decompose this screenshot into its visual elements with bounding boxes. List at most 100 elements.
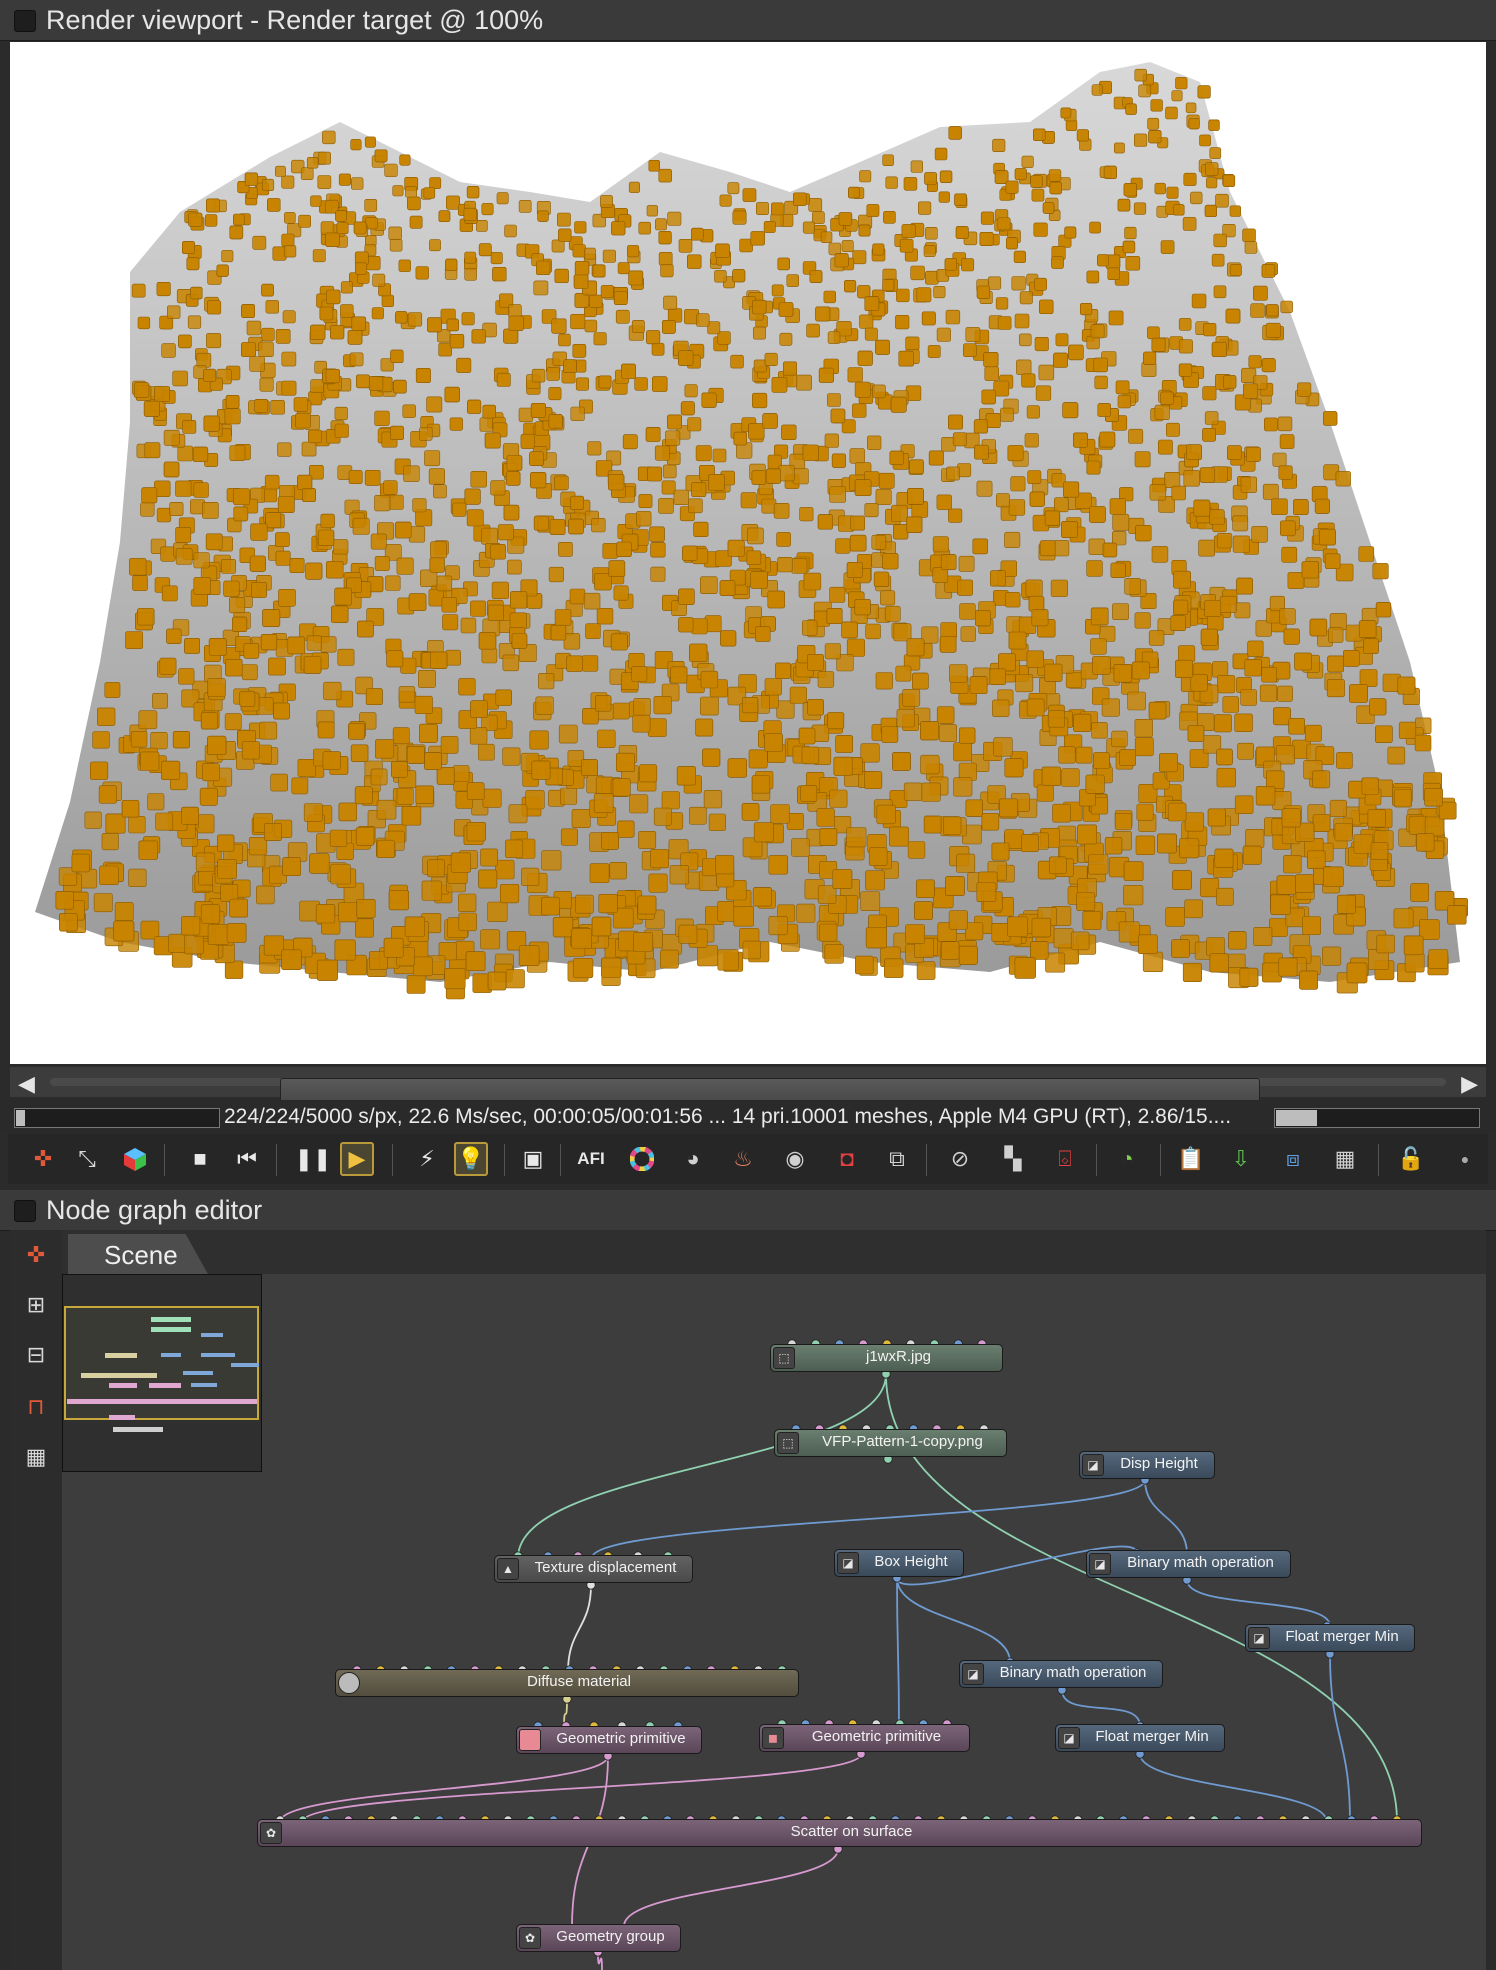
node-vfp-pattern-image[interactable]: ⬚ VFP-Pattern-1-copy.png xyxy=(774,1429,1007,1457)
node-float-merger-min-1[interactable]: ◪ Float merger Min xyxy=(1245,1624,1415,1652)
zoom-in-graph-icon[interactable]: ⊞ xyxy=(19,1288,53,1322)
scroll-right-arrow-icon[interactable]: ▶ xyxy=(1461,1071,1478,1097)
node-texture-displacement[interactable]: ▲ Texture displacement xyxy=(494,1555,693,1583)
float-value-icon: ◪ xyxy=(837,1552,859,1574)
minimap-overview xyxy=(64,1306,259,1432)
start-icon[interactable]: ▶ xyxy=(340,1142,374,1176)
math-operation-icon: ◪ xyxy=(1089,1553,1111,1575)
node-scatter-on-surface[interactable]: ✿ Scatter on surface xyxy=(257,1819,1422,1847)
toolbar-separator xyxy=(392,1144,393,1176)
node-binary-math-operation-1[interactable]: ◪ Binary math operation xyxy=(1086,1550,1291,1578)
sphere-icon[interactable]: ◕ xyxy=(676,1142,710,1176)
float-merger-icon: ◪ xyxy=(1248,1627,1270,1649)
node-binary-math-operation-2[interactable]: ◪ Binary math operation xyxy=(959,1660,1163,1688)
node-wire xyxy=(1139,1753,1328,1823)
render-toolbar: ✜ ⤡ ■ ⏮ ❚❚ ▶ ⚡ 💡 ▣ AFI ◕ ♨ ◉ ◘ ⧉ ⊘ ▚ ⌺ ◔… xyxy=(8,1134,1488,1184)
clipboard-icon[interactable]: 📋 xyxy=(1174,1142,1208,1176)
zoom-region-icon[interactable]: ⤡ xyxy=(70,1142,104,1176)
node-wire xyxy=(1186,1579,1331,1627)
recenter-view-icon[interactable]: ✜ xyxy=(19,1238,53,1272)
toolbar-separator xyxy=(276,1144,277,1176)
render-image xyxy=(35,62,1469,1000)
toolbar-separator xyxy=(164,1144,165,1176)
restart-icon[interactable]: ⏮ xyxy=(230,1142,264,1176)
lock-icon[interactable]: 🔓 xyxy=(1394,1142,1428,1176)
displacement-icon: ▲ xyxy=(497,1558,519,1580)
render-viewport[interactable] xyxy=(10,42,1486,1064)
afi-icon[interactable]: AFI xyxy=(574,1142,608,1176)
region-render-icon[interactable]: ▣ xyxy=(516,1142,550,1176)
panel-toggle-checkbox[interactable] xyxy=(14,1200,36,1222)
stop-icon[interactable]: ■ xyxy=(183,1142,217,1176)
scatter-icon: ✿ xyxy=(260,1822,282,1844)
node-float-merger-min-2[interactable]: ◪ Float merger Min xyxy=(1055,1724,1225,1752)
node-wire xyxy=(567,1584,592,1673)
flash-icon[interactable]: ⚡ xyxy=(410,1142,444,1176)
render-status-text: 224/224/5000 s/px, 22.6 Ms/sec, 00:00:05… xyxy=(224,1105,1232,1128)
render-viewport-titlebar: Render viewport - Render target @ 100% xyxy=(0,0,1496,41)
toolbar-separator xyxy=(1096,1144,1097,1176)
node-wire xyxy=(896,1577,900,1728)
zoom-out-graph-icon[interactable]: ⊟ xyxy=(19,1338,53,1372)
image-texture-icon: ⬚ xyxy=(777,1432,799,1454)
float-value-icon: ◪ xyxy=(1082,1454,1104,1476)
checker-icon[interactable]: ▚ xyxy=(996,1142,1030,1176)
node-disp-height[interactable]: ◪ Disp Height xyxy=(1079,1451,1215,1479)
render-progress-bar xyxy=(14,1108,220,1128)
node-diffuse-material[interactable]: Diffuse material xyxy=(335,1669,799,1697)
node-box-height[interactable]: ◪ Box Height xyxy=(834,1549,964,1577)
toolbar-separator xyxy=(1160,1144,1161,1176)
cursor-pick-icon[interactable]: ⊘ xyxy=(943,1142,977,1176)
decal-icon[interactable]: ⌺ xyxy=(1048,1142,1082,1176)
clay-icon[interactable]: ◘ xyxy=(830,1142,864,1176)
node-editor-titlebar: Node graph editor xyxy=(0,1190,1496,1231)
node-wire xyxy=(1061,1689,1141,1727)
node-editor-sidebar: ✜ ⊞ ⊟ ⊓ ▦ xyxy=(10,1230,63,1970)
import-icon[interactable]: ⇩ xyxy=(1224,1142,1258,1176)
light-bulb-icon[interactable]: 💡 xyxy=(454,1142,488,1176)
graph-minimap[interactable] xyxy=(62,1274,262,1472)
node-wire xyxy=(591,1479,1146,1559)
grid-snap-icon[interactable]: ⊓ xyxy=(19,1390,53,1424)
pause-icon[interactable]: ❚❚ xyxy=(295,1142,332,1176)
subsampling-icon[interactable]: ⧉ xyxy=(880,1142,914,1176)
camera-icon[interactable]: ◉ xyxy=(778,1142,812,1176)
node-geometry-group[interactable]: ✿ Geometry group xyxy=(516,1924,681,1952)
render-status-bar: 224/224/5000 s/px, 22.6 Ms/sec, 00:00:05… xyxy=(0,1100,1496,1134)
horizontal-scrollbar[interactable]: ◀ ▶ xyxy=(10,1067,1486,1108)
color-cube-icon[interactable] xyxy=(118,1142,152,1176)
node-geometric-primitive-2[interactable]: ◼ Geometric primitive xyxy=(759,1724,970,1752)
record-icon[interactable]: ● xyxy=(1448,1142,1482,1176)
geometry-group-icon: ✿ xyxy=(519,1927,541,1949)
recenter-view-icon[interactable]: ✜ xyxy=(26,1142,60,1176)
export-icon[interactable]: ⧈ xyxy=(1276,1142,1310,1176)
node-geometric-primitive-1[interactable]: Geometric primitive xyxy=(516,1726,702,1754)
alpha-icon[interactable]: ▦ xyxy=(1328,1142,1362,1176)
geometry-box-icon: ◼ xyxy=(762,1727,784,1749)
paint-drop-icon[interactable]: ♨ xyxy=(726,1142,760,1176)
render-viewport-title: Render viewport - Render target @ 100% xyxy=(46,5,544,35)
material-sphere-icon xyxy=(338,1672,360,1694)
scroll-track[interactable] xyxy=(50,1078,1446,1108)
grid-icon[interactable]: ▦ xyxy=(19,1440,53,1474)
float-merger-icon: ◪ xyxy=(1058,1727,1080,1749)
image-texture-icon: ⬚ xyxy=(773,1347,795,1369)
speedometer-icon[interactable]: ◔ xyxy=(1110,1142,1144,1176)
node-wire xyxy=(1329,1653,1351,1823)
toolbar-separator xyxy=(1378,1144,1379,1176)
toolbar-separator xyxy=(926,1144,927,1176)
node-graph-canvas[interactable]: ⬚ j1wxR.jpg ⬚ VFP-Pattern-1-copy.png ◪ D… xyxy=(62,1274,1486,1970)
node-wire xyxy=(517,1373,887,1559)
scroll-left-arrow-icon[interactable]: ◀ xyxy=(18,1071,35,1097)
color-wheel-icon[interactable] xyxy=(625,1142,659,1176)
node-wires xyxy=(275,1339,1402,1970)
node-wire xyxy=(896,1577,1011,1663)
node-wire xyxy=(301,1753,862,1823)
node-j1wxr-image[interactable]: ⬚ j1wxR.jpg xyxy=(770,1344,1003,1372)
tab-scene[interactable]: Scene xyxy=(68,1234,208,1274)
tab-scene-label: Scene xyxy=(104,1240,178,1270)
panel-toggle-checkbox[interactable] xyxy=(14,10,36,32)
memory-usage-fill xyxy=(1276,1110,1317,1126)
render-progress-fill xyxy=(16,1110,26,1126)
geometry-primitive-icon xyxy=(519,1729,541,1751)
